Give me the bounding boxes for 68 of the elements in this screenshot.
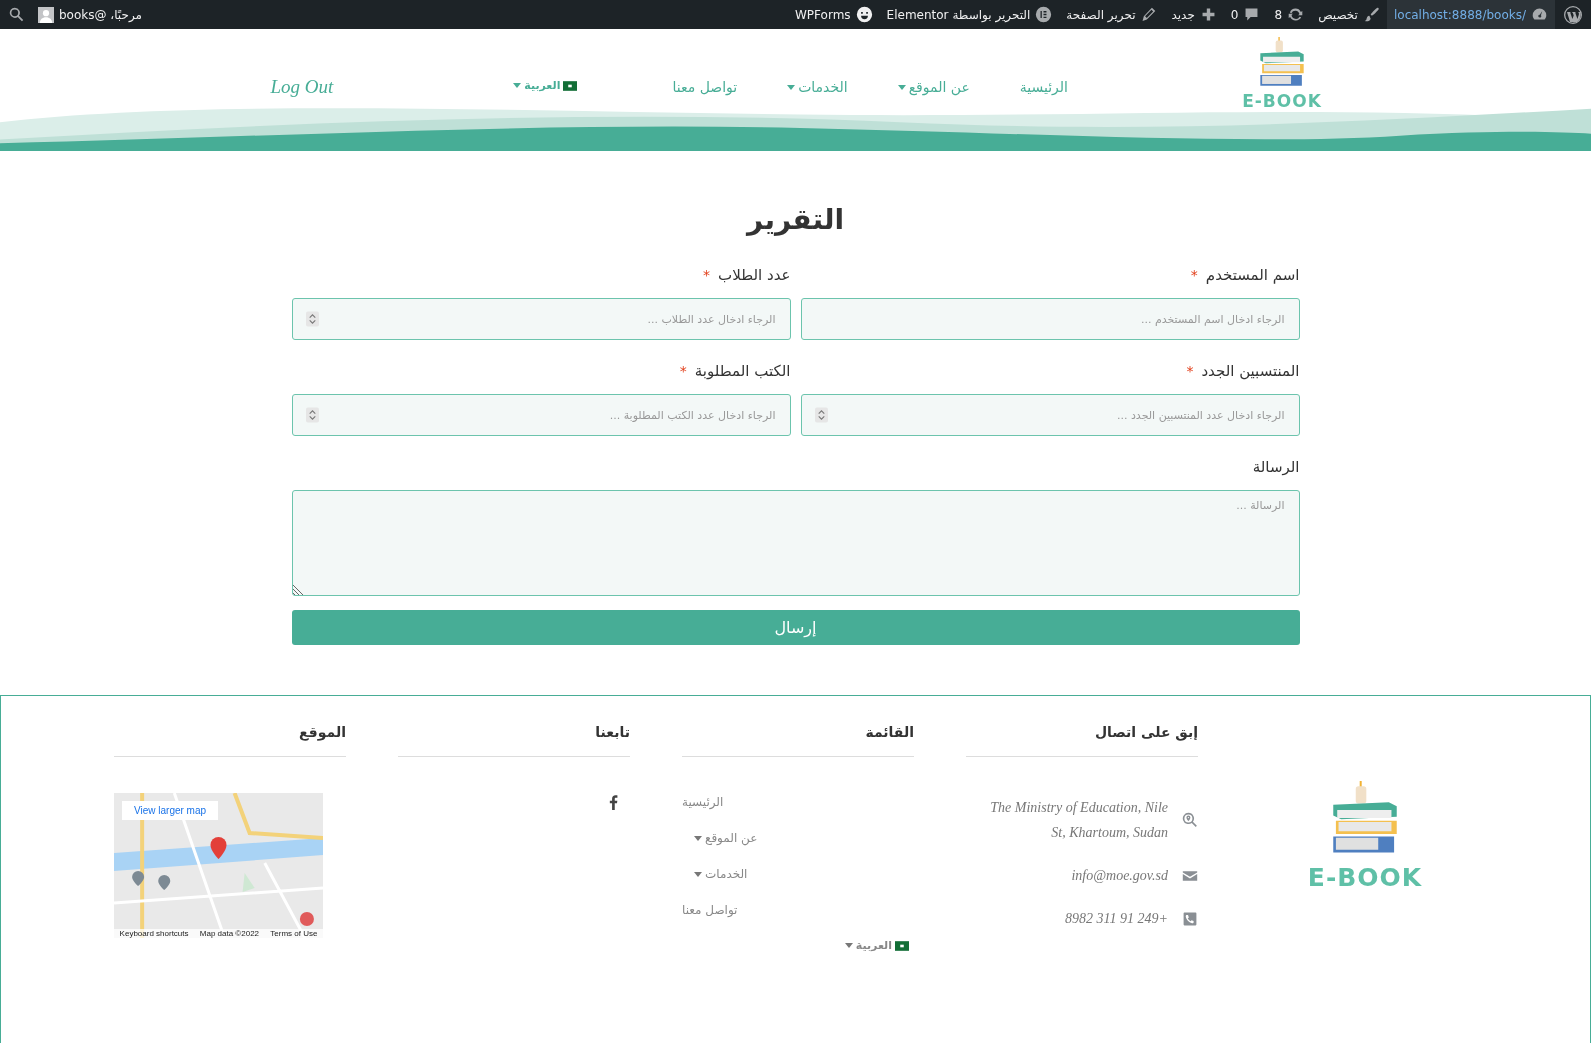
caret-icon xyxy=(694,871,702,877)
caret-icon xyxy=(897,84,906,90)
nav-link[interactable]: العربية xyxy=(513,79,578,92)
nav-link[interactable]: الخدمات xyxy=(787,79,848,95)
column-heading: تابعنا xyxy=(398,724,630,757)
view-larger-map-link[interactable]: View larger map xyxy=(122,801,219,820)
nav-link[interactable]: عن الموقع xyxy=(897,79,970,95)
user-greeting-link[interactable]: مرحبًا، @books xyxy=(31,0,149,29)
required-mark: * xyxy=(1186,363,1194,379)
field-label: الرسالة xyxy=(1252,458,1300,476)
keyboard-shortcuts-link[interactable]: Keyboard shortcuts xyxy=(119,929,189,938)
footer-menu-link[interactable]: عن الموقع xyxy=(694,831,758,845)
search-icon[interactable] xyxy=(8,6,25,23)
required-mark: * xyxy=(679,363,687,379)
logo-text: E-BOOK xyxy=(1307,863,1423,892)
footer-menu-link[interactable]: العربية xyxy=(844,939,909,952)
phone-icon xyxy=(1182,910,1198,927)
required-mark: * xyxy=(1190,267,1198,283)
page-title: التقرير xyxy=(744,203,845,236)
logo-text: E-BOOK xyxy=(1242,91,1322,111)
admin-bar-link[interactable]: 8 xyxy=(1267,0,1312,29)
nav-link[interactable]: تواصل معنا xyxy=(672,79,738,95)
admin-bar-link[interactable]: /localhost:8888/books xyxy=(1386,0,1555,29)
field-label: المنتسبين الجدد xyxy=(1201,362,1300,380)
elementor-icon xyxy=(1035,6,1053,23)
flag-icon xyxy=(563,80,578,91)
number-field[interactable]: الرجاء ادخال عدد الكتب المطلوبة ... xyxy=(291,394,791,436)
caret-icon xyxy=(694,835,702,841)
flag-icon xyxy=(895,940,909,951)
number-field[interactable]: الرجاء ادخال عدد الطلاب ... xyxy=(291,298,791,340)
pencil-icon xyxy=(1140,6,1158,23)
required-mark: * xyxy=(703,267,711,283)
contact-text: +249 91 311 8982 xyxy=(1064,910,1168,928)
column-heading: القائمة xyxy=(682,724,914,757)
caret-icon xyxy=(513,83,522,88)
contact-text: info@moe.gov.sd xyxy=(1070,867,1168,885)
footer-menu-link[interactable]: الرئيسية xyxy=(682,795,724,809)
column-heading: إبق على اتصال xyxy=(966,724,1198,757)
column-heading: الموقع xyxy=(114,724,346,757)
resize-handle-icon[interactable] xyxy=(292,583,305,595)
field-label: الكتب المطلوبة xyxy=(694,362,791,380)
map-data-text: Map data ©2022 xyxy=(199,929,260,938)
facebook-icon[interactable] xyxy=(609,795,618,810)
logout-link[interactable]: Log Out xyxy=(270,76,334,98)
caret-icon xyxy=(844,943,853,948)
terms-link[interactable]: Terms of Use xyxy=(270,929,318,938)
caret-icon xyxy=(787,84,796,90)
field-label: عدد الطلاب xyxy=(718,266,791,284)
map-search-icon xyxy=(1182,812,1198,828)
nav-link[interactable]: الرئيسية xyxy=(1019,79,1068,95)
input-field[interactable]: الرجاء ادخال اسم المستخدم ... xyxy=(800,298,1300,340)
admin-bar-link[interactable]: 0 xyxy=(1223,0,1268,29)
refresh-icon xyxy=(1287,6,1305,23)
admin-bar-link[interactable]: جديد xyxy=(1164,0,1224,29)
field-label: اسم المستخدم xyxy=(1205,266,1300,284)
footer-menu-link[interactable]: الخدمات xyxy=(694,867,748,881)
message-field[interactable]: الرسالة ... xyxy=(291,490,1300,596)
footer-menu-link[interactable]: تواصل معنا xyxy=(682,903,738,917)
admin-bar-link[interactable]: تخصيص xyxy=(1311,0,1387,29)
contact-text: The Ministry of Education, Nile St, Khartoum, Sudan xyxy=(989,799,1168,842)
admin-bar-link[interactable]: WPForms xyxy=(788,0,880,29)
admin-bar-link[interactable]: التحرير بواسطة Elementor xyxy=(879,0,1060,29)
smiley-icon xyxy=(855,6,873,23)
submit-button[interactable]: إرسال xyxy=(291,610,1300,645)
admin-bar-link[interactable]: تحرير الصفحة xyxy=(1059,0,1165,29)
dashboard-icon xyxy=(1531,6,1548,23)
number-field[interactable]: الرجاء ادخال عدد المنتسبين الجدد ... xyxy=(800,394,1300,436)
avatar-icon xyxy=(38,6,54,23)
